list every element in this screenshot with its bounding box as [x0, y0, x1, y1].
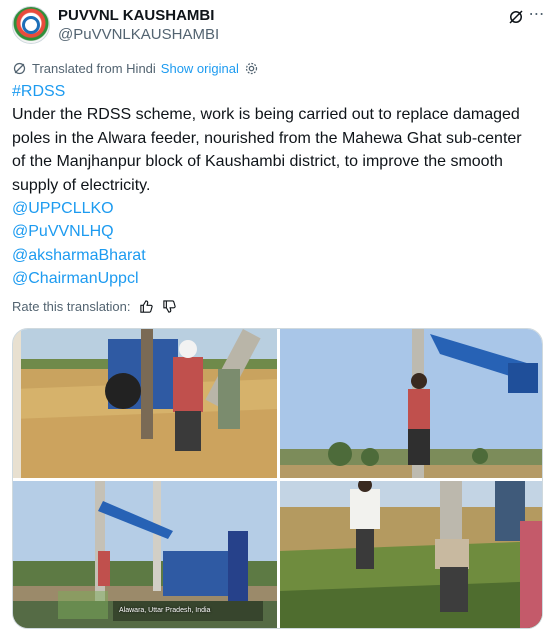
gear-icon[interactable] [244, 61, 259, 76]
tweet-body: Under the RDSS scheme, work is being car… [12, 106, 522, 194]
translate-icon [13, 62, 26, 74]
media-grid: Alawara, Uttar Pradesh, India [12, 328, 543, 629]
mention-link[interactable]: @UPPCLLKO [12, 197, 537, 220]
geo-tag: Alawara, Uttar Pradesh, India [119, 607, 211, 614]
avatar[interactable] [12, 6, 50, 44]
photo-pole-climbing[interactable] [280, 329, 542, 478]
photo-crane-pole[interactable]: Alawara, Uttar Pradesh, India [13, 481, 277, 628]
mention-link[interactable]: @PuVVNLHQ [12, 220, 537, 243]
more-options-icon[interactable]: ⋯ [527, 6, 547, 26]
author-names: PUVVNL KAUSHAMBI @PuVVNLKAUSHAMBI [58, 6, 219, 45]
rate-label: Rate this translation: [12, 298, 131, 314]
photo-tractor-field[interactable] [13, 329, 277, 478]
mention-link[interactable]: @ChairmanUppcl [12, 267, 537, 290]
translation-notice: Translated from Hindi Show original [12, 59, 259, 77]
thumbs-down-icon[interactable] [162, 299, 177, 314]
translated-label: Translated from Hindi [32, 60, 156, 76]
photo-workers-field[interactable] [280, 481, 542, 628]
tweet-header: PUVVNL KAUSHAMBI @PuVVNLKAUSHAMBI ⋯ [12, 6, 547, 46]
grok-icon[interactable] [507, 8, 525, 26]
display-name[interactable]: PUVVNL KAUSHAMBI [58, 6, 219, 25]
user-handle[interactable]: @PuVVNLKAUSHAMBI [58, 25, 219, 45]
show-original-link[interactable]: Show original [161, 61, 239, 76]
mention-link[interactable]: @aksharmaBharat [12, 244, 537, 267]
rate-translation: Rate this translation: [12, 296, 177, 316]
thumbs-up-icon[interactable] [139, 299, 154, 314]
tweet-text: #RDSS Under the RDSS scheme, work is bei… [12, 80, 537, 291]
hashtag-link[interactable]: #RDSS [12, 80, 537, 103]
